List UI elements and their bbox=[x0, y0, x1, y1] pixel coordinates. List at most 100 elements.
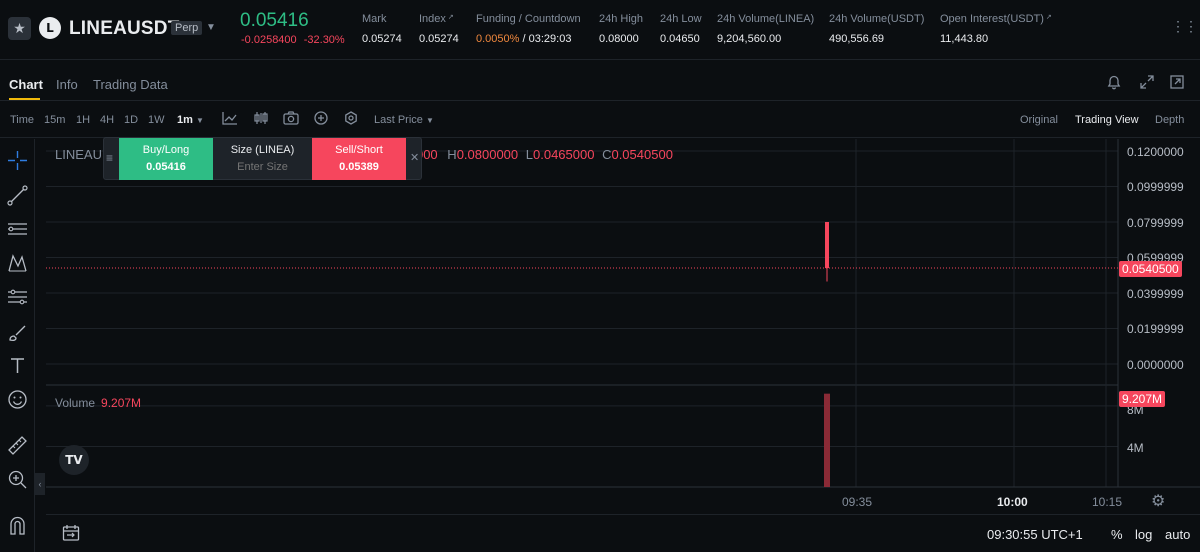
tab-chart[interactable]: Chart bbox=[9, 77, 43, 92]
add-indicator-icon[interactable] bbox=[314, 111, 328, 128]
tab-trading-data[interactable]: Trading Data bbox=[93, 77, 168, 92]
candle-type-icon[interactable] bbox=[254, 111, 268, 128]
trend-line-icon[interactable] bbox=[6, 184, 29, 207]
drawing-toolbar bbox=[0, 139, 35, 552]
volume-value: 9.207M bbox=[101, 396, 142, 410]
chart-canvas[interactable]: LINEAU 000 H0.0800000 L0.0465000 C0.05405… bbox=[46, 139, 1200, 513]
camera-icon[interactable] bbox=[283, 111, 299, 128]
price-tick: 0.0199999 bbox=[1127, 322, 1184, 336]
interval-time[interactable]: Time bbox=[10, 114, 34, 126]
brush-icon[interactable] bbox=[6, 321, 29, 344]
volume-tick: 4M bbox=[1127, 441, 1144, 455]
stat-mark: Mark 0.05274 bbox=[362, 13, 402, 45]
price-tick: 0.1200000 bbox=[1127, 145, 1184, 159]
sell-price: 0.05389 bbox=[339, 161, 379, 173]
stat-label: Open Interest(USDT) ↗ bbox=[940, 13, 1052, 25]
time-tick: 09:35 bbox=[842, 495, 873, 509]
stat-24h-volume-base: 24h Volume(LINEA) 9,204,560.00 bbox=[717, 13, 814, 45]
crosshair-icon[interactable] bbox=[6, 149, 29, 172]
stat-index[interactable]: Index ↗ 0.05274 bbox=[419, 13, 459, 45]
favorite-star-icon[interactable]: ★ bbox=[8, 17, 31, 40]
time-tick: 10:00 bbox=[997, 495, 1028, 509]
external-link-icon[interactable]: ↗ bbox=[1046, 14, 1052, 21]
more-options-icon[interactable]: ⋮⋮ bbox=[1171, 18, 1198, 35]
stat-value: 9,204,560.00 bbox=[717, 33, 782, 45]
text-tool-icon[interactable] bbox=[6, 354, 29, 377]
expand-icon[interactable] bbox=[1140, 75, 1154, 92]
price-tick: 0.0399999 bbox=[1127, 287, 1184, 301]
stat-label: Index ↗ bbox=[419, 13, 454, 25]
gear-icon[interactable]: ⚙ bbox=[1151, 491, 1165, 511]
size-label: Size (LINEA) bbox=[230, 144, 295, 156]
fib-retracement-icon[interactable] bbox=[6, 286, 29, 309]
ruler-icon[interactable] bbox=[6, 434, 29, 457]
close-icon[interactable]: ✕ bbox=[410, 151, 419, 164]
tab-info[interactable]: Info bbox=[56, 77, 78, 92]
date-range-icon[interactable] bbox=[62, 524, 80, 547]
chart-settings-icon[interactable] bbox=[344, 111, 358, 128]
chart-svg[interactable] bbox=[46, 139, 1200, 513]
price-tick: 0.0000000 bbox=[1127, 358, 1184, 372]
size-field: Size (LINEA) bbox=[213, 138, 312, 180]
price-tick: 0.0999999 bbox=[1127, 180, 1184, 194]
buy-price: 0.05416 bbox=[146, 161, 186, 173]
stat-value: 490,556.69 bbox=[829, 33, 885, 45]
volume-legend: Volume 9.207M bbox=[55, 396, 141, 410]
horizontal-lines-icon[interactable] bbox=[6, 218, 29, 241]
popout-icon[interactable] bbox=[1170, 75, 1184, 92]
view-depth[interactable]: Depth bbox=[1155, 114, 1184, 126]
stat-label: 24h Low bbox=[660, 13, 702, 25]
panel-tabs: Chart Info Trading Data bbox=[0, 68, 1200, 101]
quick-order-panel: ≡ Buy/Long 0.05416 Size (LINEA) Sell/Sho… bbox=[103, 137, 422, 180]
chevron-down-icon: ▼ bbox=[425, 116, 434, 125]
drag-handle-icon[interactable]: ≡ bbox=[106, 151, 113, 165]
auto-scale-toggle[interactable]: auto bbox=[1165, 527, 1190, 542]
volume-tag: 9.207M bbox=[1119, 391, 1166, 407]
stat-open-interest[interactable]: Open Interest(USDT) ↗ 11,443.80 bbox=[940, 13, 1052, 45]
emoji-icon[interactable] bbox=[6, 388, 29, 411]
funding-rate: 0.0050% bbox=[476, 33, 520, 45]
interval-1m[interactable]: 1m ▼ bbox=[177, 114, 204, 126]
chart-footer: 09:30:55 UTC+1 % log auto bbox=[46, 514, 1200, 552]
current-price-tag: 0.0540500 bbox=[1119, 261, 1182, 277]
magnet-icon[interactable] bbox=[6, 514, 29, 537]
size-input[interactable] bbox=[217, 161, 308, 173]
tradingview-logo[interactable]: TV bbox=[59, 445, 89, 475]
stat-value: 0.08000 bbox=[599, 33, 639, 45]
percent-scale-toggle[interactable]: % bbox=[1111, 527, 1123, 542]
view-trading-view[interactable]: Trading View bbox=[1075, 114, 1139, 126]
price-tick: 0.0799999 bbox=[1127, 216, 1184, 230]
sell-short-button[interactable]: Sell/Short 0.05389 bbox=[312, 138, 406, 180]
pattern-icon[interactable] bbox=[6, 252, 29, 275]
buy-label: Buy/Long bbox=[142, 144, 190, 156]
indicator-chart-icon[interactable] bbox=[222, 111, 238, 128]
stat-value: 0.04650 bbox=[660, 33, 700, 45]
interval-1h[interactable]: 1H bbox=[76, 114, 90, 126]
active-tab-indicator bbox=[9, 98, 40, 100]
log-scale-toggle[interactable]: log bbox=[1135, 527, 1152, 542]
buy-long-button[interactable]: Buy/Long 0.05416 bbox=[119, 138, 213, 180]
stat-24h-high: 24h High 0.08000 bbox=[599, 13, 643, 45]
interval-4h[interactable]: 4H bbox=[100, 114, 114, 126]
stat-label: Mark bbox=[362, 13, 387, 25]
external-link-icon[interactable]: ↗ bbox=[448, 14, 454, 21]
view-original[interactable]: Original bbox=[1020, 114, 1058, 126]
price-type-select[interactable]: Last Price ▼ bbox=[374, 114, 434, 126]
ohlc-low: 0.0465000 bbox=[533, 147, 595, 162]
collapse-toolbar-icon[interactable]: ‹ bbox=[35, 473, 45, 495]
logo-letter: L bbox=[46, 21, 54, 35]
interval-1d[interactable]: 1D bbox=[124, 114, 138, 126]
stat-funding: Funding / Countdown 0.0050% / 03:29:03 bbox=[476, 13, 581, 45]
clock-timezone[interactable]: 09:30:55 UTC+1 bbox=[987, 527, 1083, 542]
bell-icon[interactable] bbox=[1107, 75, 1121, 93]
interval-1w[interactable]: 1W bbox=[148, 114, 165, 126]
stat-24h-low: 24h Low 0.04650 bbox=[660, 13, 702, 45]
zoom-in-icon[interactable] bbox=[6, 468, 29, 491]
symbol-name[interactable]: LINEAUSDT bbox=[69, 18, 180, 40]
chevron-down-icon[interactable]: ▼ bbox=[206, 22, 216, 33]
interval-15m[interactable]: 15m bbox=[44, 114, 65, 126]
chevron-down-icon: ▼ bbox=[195, 116, 204, 125]
ticker-header: ★ L LINEAUSDT Perp ▼ 0.05416 -0.0258400 … bbox=[0, 0, 1200, 60]
chart-toolbar: Time 15m 1H 4H 1D 1W 1m ▼ Last Price ▼ O… bbox=[0, 102, 1200, 138]
stat-label: 24h Volume(USDT) bbox=[829, 13, 925, 25]
